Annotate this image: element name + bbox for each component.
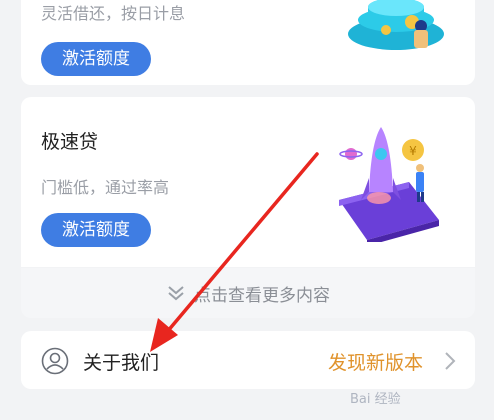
card-description: 灵活借还，按日计息 bbox=[41, 4, 186, 23]
activate-credit-button[interactable]: 激活额度 bbox=[41, 42, 151, 76]
rocket-illustration: ¥ bbox=[339, 127, 439, 242]
view-more-button[interactable]: 点击查看更多内容 bbox=[21, 268, 475, 318]
coin-symbol: ¥ bbox=[409, 144, 417, 158]
activate-credit-button[interactable]: 激活额度 bbox=[41, 213, 151, 247]
user-circle-icon bbox=[41, 347, 69, 379]
double-chevron-down-icon bbox=[166, 283, 186, 303]
about-us-row[interactable]: 关于我们 发现新版本 bbox=[21, 331, 475, 389]
loan-card-flexible: 灵活借还，按日计息 激活额度 bbox=[21, 0, 475, 85]
coin-stack-illustration bbox=[348, 0, 444, 50]
watermark: Bai 经验 bbox=[350, 392, 401, 407]
chevron-right-icon bbox=[443, 350, 457, 376]
new-version-label: 发现新版本 bbox=[327, 352, 423, 374]
card-title: 极速贷 bbox=[41, 131, 99, 153]
card-description: 门槛低，通过率高 bbox=[41, 178, 170, 197]
about-us-label: 关于我们 bbox=[83, 352, 160, 374]
loan-card-express: 极速贷 门槛低，通过率高 激活额度 ¥ bbox=[21, 97, 475, 267]
view-more-label: 点击查看更多内容 bbox=[194, 285, 330, 306]
